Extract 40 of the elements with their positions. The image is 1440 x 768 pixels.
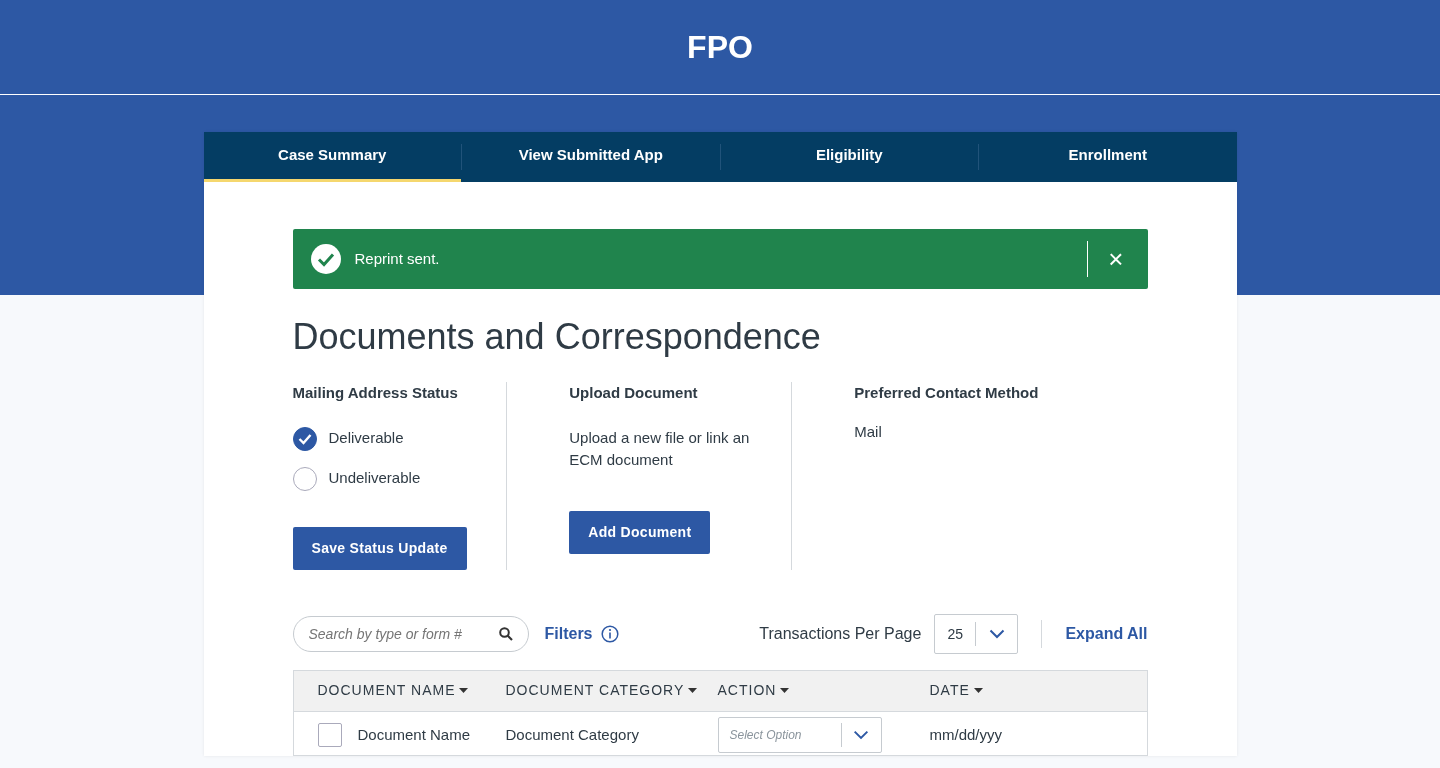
tab[interactable]: View Submitted App: [462, 132, 720, 182]
per-page-select[interactable]: 25: [934, 613, 1019, 654]
table-cell: mm/dd/yyy: [929, 725, 1002, 743]
column-header[interactable]: ACTION: [717, 680, 930, 702]
filters-link[interactable]: Filters: [544, 621, 619, 646]
check-icon: [297, 432, 312, 445]
search-field[interactable]: Search by type or form #: [292, 615, 529, 652]
row-checkbox[interactable]: [317, 723, 342, 748]
column-header[interactable]: DOCUMENT NAME: [293, 680, 506, 702]
radio-button[interactable]: [292, 426, 317, 451]
table-cell-text: Document Name: [357, 724, 471, 745]
upload-description: Upload a new file or link an ECM document: [569, 427, 751, 471]
section-heading: Upload Document: [569, 383, 699, 404]
radio-label: Undeliverable: [328, 468, 421, 489]
tab[interactable]: Case Summary: [203, 132, 461, 182]
per-page-label: Transactions Per Page: [759, 623, 922, 644]
sort-caret-icon: [780, 688, 790, 694]
check-circle-icon: [310, 244, 341, 274]
info-icon: [600, 624, 619, 643]
expand-all-link[interactable]: Expand All: [1065, 621, 1148, 646]
section-heading: Mailing Address Status: [292, 383, 459, 404]
header-title: FPO: [687, 28, 753, 67]
add-document-button[interactable]: Add Document: [569, 510, 711, 554]
sort-caret-icon: [688, 688, 698, 694]
alert-message: Reprint sent.: [354, 248, 441, 269]
column-header[interactable]: DATE: [929, 680, 1147, 702]
radio-label: Deliverable: [328, 428, 404, 449]
radio-button[interactable]: [292, 466, 317, 491]
page-title: Documents and Correspondence: [292, 315, 822, 359]
tab[interactable]: Enrollment: [979, 132, 1237, 182]
section-heading: Preferred Contact Method: [854, 383, 1040, 404]
sort-caret-icon: [459, 688, 469, 694]
tab[interactable]: Eligibility: [720, 132, 978, 182]
save-button[interactable]: Save Status Update: [292, 526, 467, 570]
sort-caret-icon: [973, 688, 983, 694]
chevron-down-icon: [988, 628, 1005, 639]
column-header[interactable]: DOCUMENT CATEGORY: [505, 680, 718, 702]
table-cell: Document Category: [505, 725, 639, 743]
contact-method-value: Mail: [854, 421, 883, 442]
close-button[interactable]: ×: [1102, 246, 1130, 272]
